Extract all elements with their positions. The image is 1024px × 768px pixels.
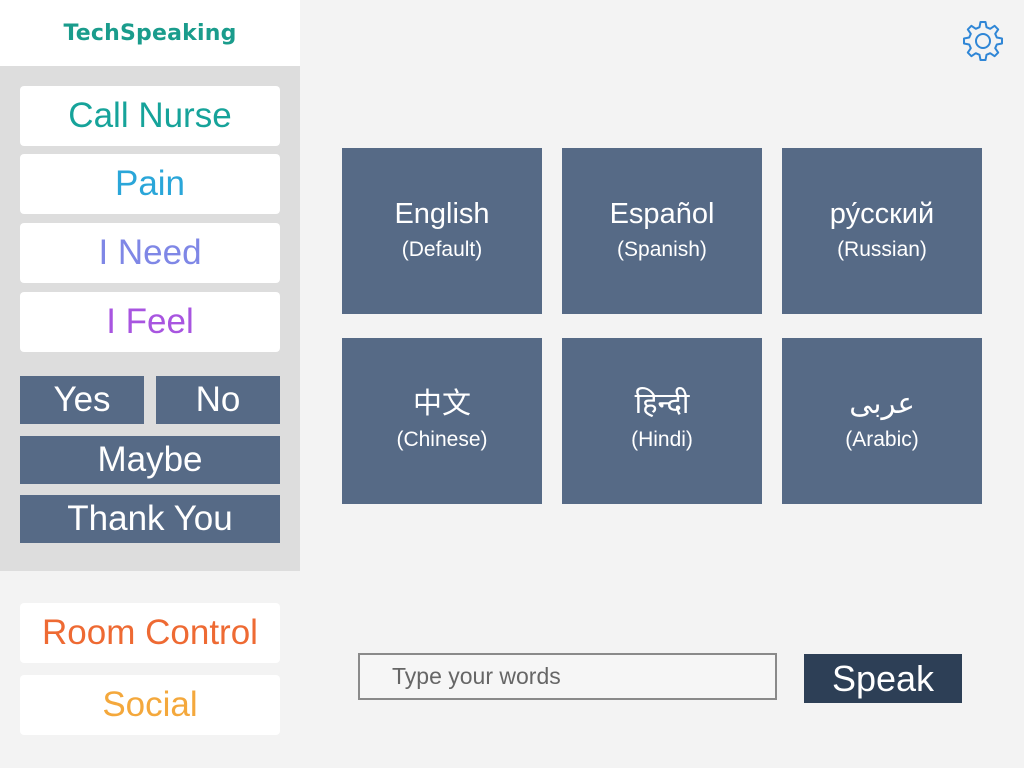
maybe-button[interactable]: Maybe [20,436,280,484]
app-header: TechSpeaking [0,0,300,66]
gear-icon [963,21,1003,61]
sidebar: TechSpeaking Call Nurse Pain I Need I Fe… [0,0,300,768]
pain-button[interactable]: Pain [20,154,280,214]
words-input-box [358,653,777,700]
i-need-button[interactable]: I Need [20,223,280,283]
no-button[interactable]: No [156,376,280,424]
call-nurse-button[interactable]: Call Nurse [20,86,280,146]
quick-phrases-panel: Call Nurse Pain I Need I Feel Yes No May… [0,66,300,571]
room-control-button[interactable]: Room Control [20,603,280,663]
language-tile-russian[interactable]: ру́сский (Russian) [782,148,982,314]
language-name: 中文 [412,388,471,420]
yes-button[interactable]: Yes [20,376,144,424]
settings-button[interactable] [960,18,1006,64]
app-title: TechSpeaking [63,20,237,46]
language-name: ру́сский [829,198,935,230]
language-tile-spanish[interactable]: Español (Spanish) [562,148,762,314]
language-subtitle: (Arabic) [845,428,919,451]
social-button[interactable]: Social [20,675,280,735]
speak-button[interactable]: Speak [804,654,962,703]
language-tile-chinese[interactable]: 中文 (Chinese) [342,338,542,504]
words-input[interactable] [360,655,775,698]
language-name: عربى [849,388,915,420]
language-subtitle: (Default) [401,238,483,261]
i-feel-button[interactable]: I Feel [20,292,280,352]
thank-you-button[interactable]: Thank You [20,495,280,543]
language-name: English [394,198,490,230]
language-tile-arabic[interactable]: عربى (Arabic) [782,338,982,504]
language-subtitle: (Russian) [837,238,927,261]
language-subtitle: (Hindi) [631,428,693,451]
language-name: हिन्दी [634,388,690,420]
language-name: Español [609,198,715,230]
language-tile-hindi[interactable]: हिन्दी (Hindi) [562,338,762,504]
language-subtitle: (Chinese) [396,428,488,451]
language-subtitle: (Spanish) [617,238,707,261]
language-tile-english[interactable]: English (Default) [342,148,542,314]
